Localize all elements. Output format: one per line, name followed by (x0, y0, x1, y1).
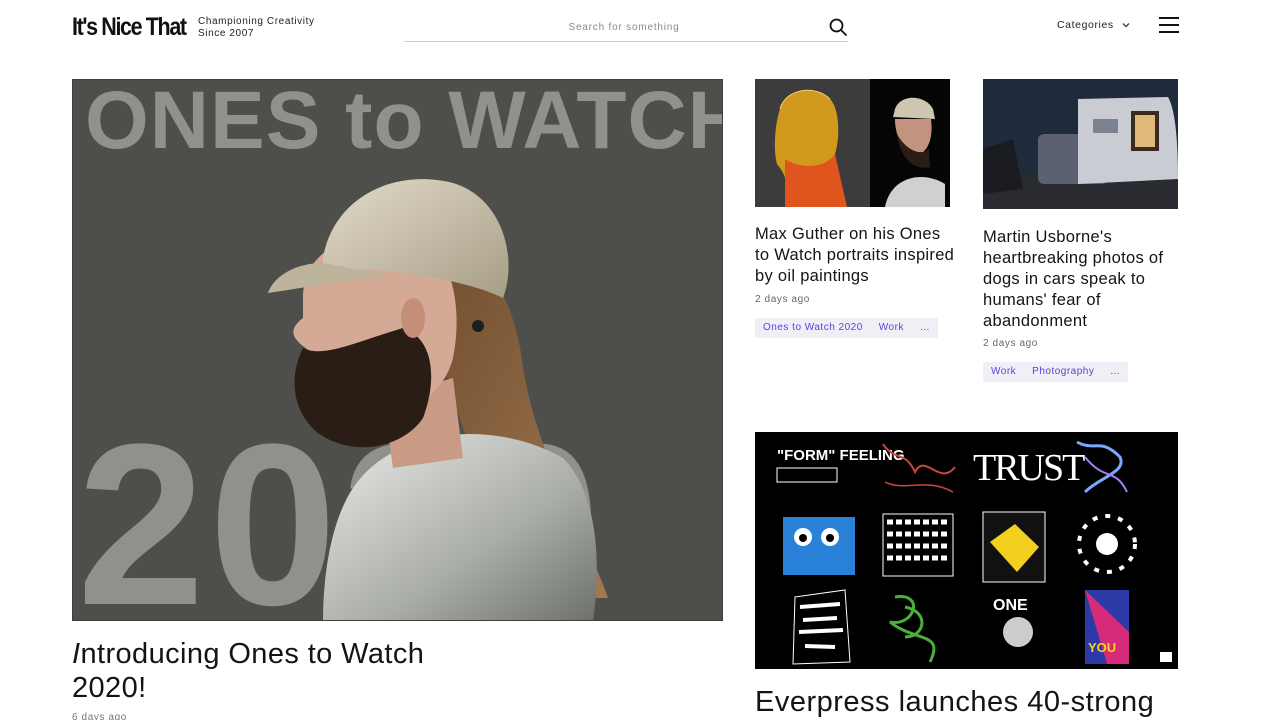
hero-article-date: 6 days ago (72, 712, 127, 720)
poster-form-text: "FORM" FEELING (777, 447, 905, 464)
wireframe-portrait-illustration (755, 79, 950, 207)
poster-you-text: YOU (1088, 640, 1116, 655)
search-input[interactable] (404, 18, 804, 36)
poster-grid-illustration: "FORM" FEELING TRUST ONE YOU (755, 432, 1178, 669)
tagline-line-1: Championing Creativity (198, 16, 315, 27)
categories-label: Categories (1057, 19, 1114, 31)
hamburger-menu-icon[interactable] (1159, 17, 1179, 33)
poster-trust-text: TRUST (973, 447, 1085, 489)
categories-dropdown[interactable]: Categories (1057, 19, 1130, 31)
card-2-title[interactable]: Martin Usborne's heartbreaking photos of… (983, 227, 1183, 332)
card-1-tags: Ones to Watch 2020 Work ... (755, 318, 938, 338)
card-1-tag-ones-to-watch[interactable]: Ones to Watch 2020 (755, 318, 871, 338)
chevron-down-icon (1122, 23, 1130, 28)
card-2-tag-photography[interactable]: Photography (1024, 362, 1102, 382)
caravan-night-photo (983, 79, 1178, 209)
card-1-title[interactable]: Max Guther on his Ones to Watch portrait… (755, 224, 955, 287)
site-logo[interactable]: It's Nice That (72, 13, 187, 42)
poster-one-text: ONE (993, 597, 1028, 614)
card-2-date: 2 days ago (983, 338, 1038, 349)
card-2-tag-work[interactable]: Work (983, 362, 1024, 382)
feature-article-title[interactable]: Everpress launches 40-strong (755, 684, 1154, 720)
search-icon[interactable] (828, 17, 848, 37)
card-2-tag-more[interactable]: ... (1102, 362, 1128, 382)
card-2-tags: Work Photography ... (983, 362, 1129, 382)
card-1-date: 2 days ago (755, 294, 810, 305)
card-2-thumbnail[interactable] (983, 79, 1178, 209)
tagline-line-2: Since 2007 (198, 28, 255, 39)
card-1-thumbnail[interactable] (755, 79, 950, 207)
hero-image[interactable]: ONES to WATCH 2020 (72, 79, 723, 621)
search-bar (404, 12, 848, 42)
card-1-tag-work[interactable]: Work (871, 318, 912, 338)
hero-article-title[interactable]: Introducing Ones to Watch 2020! (72, 637, 492, 705)
site-header: It's Nice That Championing Creativity Si… (0, 0, 1280, 56)
hero-title-rest: ntroducing Ones to Watch 2020! (72, 638, 425, 704)
feature-thumbnail[interactable]: "FORM" FEELING TRUST ONE YOU (755, 432, 1178, 669)
site-tagline: Championing Creativity Since 2007 (198, 16, 315, 40)
portrait-illustration (268, 179, 608, 620)
card-1-tag-more[interactable]: ... (912, 318, 938, 338)
